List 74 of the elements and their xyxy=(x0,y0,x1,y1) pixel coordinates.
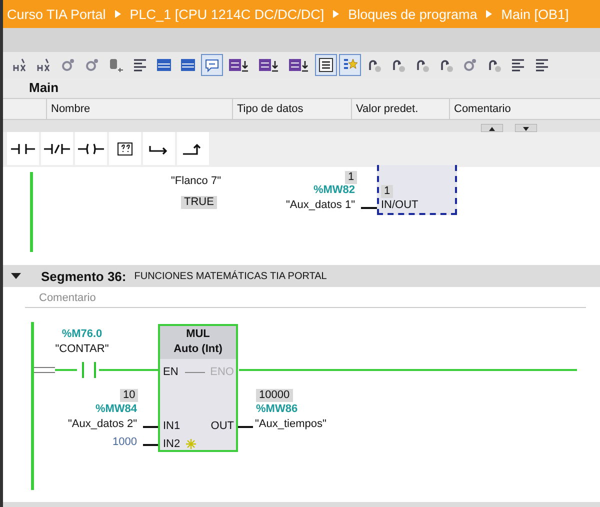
column-header[interactable]: Nombre xyxy=(47,99,233,119)
operand-value: 10 xyxy=(120,389,138,402)
chevron-icon xyxy=(114,10,121,18)
curved-arrow-icon xyxy=(438,57,454,73)
operand-name: "Aux_datos 1" xyxy=(286,199,355,211)
scroll-up-button[interactable] xyxy=(481,124,503,132)
pin-label: EN xyxy=(163,366,178,378)
lines-icon xyxy=(534,57,550,73)
curved-arrow-icon xyxy=(390,57,406,73)
pin-label: IN2 xyxy=(163,438,180,450)
closed-contact-icon xyxy=(44,142,70,154)
instruction-button[interactable] xyxy=(109,132,141,165)
collapse-arrow-icon[interactable] xyxy=(11,272,21,280)
instruction-button[interactable] xyxy=(7,132,39,165)
instruction-button[interactable] xyxy=(143,132,175,165)
wire xyxy=(238,426,253,428)
operand-address: %M76.0 xyxy=(60,328,104,340)
pin-label: IN1 xyxy=(163,420,180,432)
download-icon xyxy=(228,57,250,73)
segment-title: Segmento 36: xyxy=(41,268,126,284)
wire xyxy=(143,444,158,446)
instruction-button[interactable] xyxy=(41,132,73,165)
toolbar-button[interactable] xyxy=(315,54,337,76)
segment-header[interactable]: Segmento 36: FUNCIONES MATEMÁTICAS TIA PORTAL xyxy=(3,265,600,287)
pin-label: OUT xyxy=(210,420,234,432)
panel-icon xyxy=(180,57,196,73)
wire xyxy=(55,369,77,371)
pin-value: 1 xyxy=(381,185,394,198)
close-branch-icon xyxy=(183,142,203,156)
instruction-button[interactable] xyxy=(75,132,107,165)
operand-value: TRUE xyxy=(181,196,217,209)
curved-arrow-icon xyxy=(414,57,430,73)
column-header[interactable]: Valor predet. xyxy=(352,99,450,119)
list-icon xyxy=(318,57,334,73)
operand-address: %MW86 xyxy=(256,403,298,415)
operand-address: %MW84 xyxy=(95,403,137,415)
block-title: Main xyxy=(28,79,60,97)
column-header[interactable]: Tipo de datos xyxy=(233,99,352,119)
operand-value: 10000 xyxy=(256,389,293,402)
column-header[interactable]: Comentario xyxy=(450,99,600,119)
empty-box-icon xyxy=(116,140,134,156)
chevron-icon xyxy=(486,10,492,18)
instruction-button[interactable] xyxy=(177,132,209,165)
pin-label: IN/OUT xyxy=(381,199,418,211)
curved-arrow-icon xyxy=(486,57,502,73)
lines-icon xyxy=(132,57,148,73)
speech-bubble-icon xyxy=(204,57,220,73)
operand-value: 1 xyxy=(345,171,358,184)
download-icon xyxy=(258,57,280,73)
instruction-name: MUL xyxy=(186,327,210,342)
toolbar-button[interactable] xyxy=(201,54,223,76)
constant-value: 1000 xyxy=(112,436,137,448)
lines-icon xyxy=(510,57,526,73)
segment-comment[interactable]: FUNCIONES MATEMÁTICAS TIA PORTAL xyxy=(134,270,327,282)
chevron-icon xyxy=(333,10,340,18)
operand-name: "CONTAR" xyxy=(54,343,110,355)
pin-label: ENO xyxy=(210,366,234,378)
contact-icon xyxy=(80,362,98,378)
coil-icon xyxy=(78,142,104,154)
comment-field[interactable]: Comentario xyxy=(25,289,586,308)
wire xyxy=(143,426,158,428)
curved-arrow-icon xyxy=(366,57,382,73)
operand-name: "Aux_tiempos" xyxy=(255,418,326,430)
operand-address: %MW82 xyxy=(313,184,355,196)
function-box[interactable]: MUL Auto (Int) EN ENO IN1 OUT IN2 xyxy=(158,324,238,452)
operand-name: "Flanco 7" xyxy=(170,175,222,187)
scroll-down-button[interactable] xyxy=(515,124,537,132)
wire xyxy=(361,207,377,209)
download-icon xyxy=(288,57,310,73)
panel-icon xyxy=(156,57,172,73)
contact-icon xyxy=(11,142,35,154)
operand-name: "Aux_datos 2" xyxy=(68,418,137,430)
data-type-selector[interactable]: Auto (Int) xyxy=(174,342,222,357)
wire xyxy=(99,369,158,371)
